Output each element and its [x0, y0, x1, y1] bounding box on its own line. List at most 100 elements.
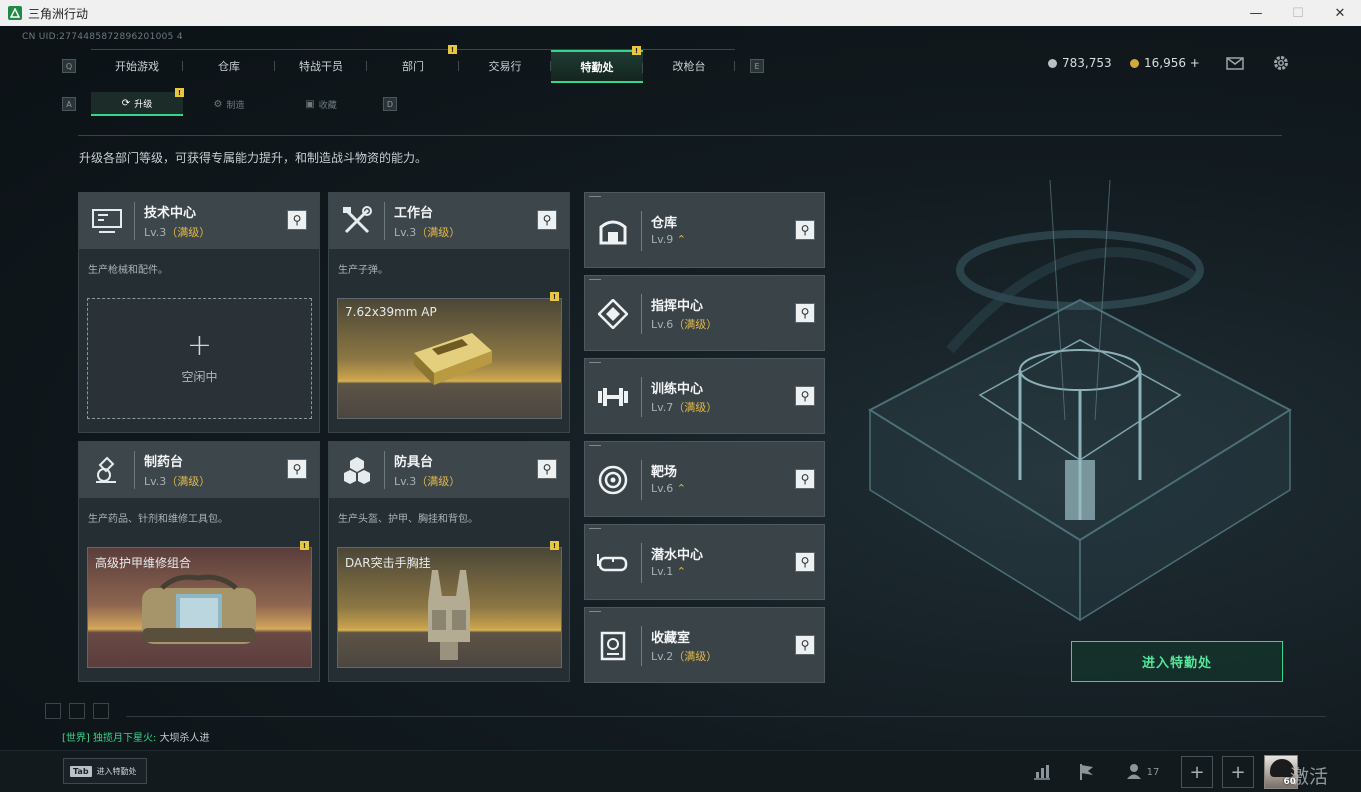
notification-badge: !	[448, 45, 457, 54]
facility-description: 生产子弹。	[338, 265, 388, 276]
production-slot-empty[interactable]: + 空闲中	[87, 298, 312, 419]
friends-button[interactable]: 17	[1122, 756, 1164, 788]
world-chat-line[interactable]: [世界] 独揽月下星火: 大坝杀人进	[62, 729, 210, 744]
department-row-training-center[interactable]: 训练中心 Lv.7（满级） ⚲	[584, 358, 825, 434]
search-icon[interactable]: ⚲	[287, 210, 307, 230]
enter-special-ops-button[interactable]: 进入特勤处	[1071, 641, 1283, 682]
department-level: Lv.9 ⌃	[651, 233, 686, 246]
minimize-button[interactable]: —	[1235, 0, 1277, 26]
facility-card-workbench[interactable]: 工作台 Lv.3（满级） ⚲ 生产子弹。 7.62x39mm AP !	[328, 192, 570, 433]
subtab-craft[interactable]: ⚙ 制造	[183, 92, 275, 116]
facility-card-pharmacy[interactable]: 制药台 Lv.3（满级） ⚲ 生产药品、针剂和维修工具包。 高级护甲维修组合 !	[78, 441, 320, 682]
tab-special-ops[interactable]: 特勤处!	[551, 46, 643, 83]
friends-count: 17	[1146, 766, 1160, 778]
friends-icon	[1126, 763, 1143, 782]
search-icon[interactable]: ⚲	[795, 469, 815, 489]
silver-amount: 783,753	[1062, 56, 1112, 70]
facility-description: 生产头盔、护甲、胸挂和背包。	[338, 514, 478, 525]
corner-square	[93, 703, 109, 719]
subtab-collection[interactable]: ▣ 收藏	[275, 92, 367, 116]
department-row-diving-center[interactable]: 潜水中心 Lv.1 ⌃ ⚲	[584, 524, 825, 600]
vault-icon	[594, 627, 632, 665]
tab-start-game[interactable]: 开始游戏	[91, 50, 183, 82]
search-icon[interactable]: ⚲	[287, 459, 307, 479]
facility-card-tech-center[interactable]: 技术中心 Lv.3（满级） ⚲ 生产枪械和配件。 + 空闲中	[78, 192, 320, 433]
divider	[78, 135, 1282, 136]
search-icon[interactable]: ⚲	[795, 552, 815, 572]
item-name: 高级护甲维修组合	[95, 556, 192, 570]
tab-warehouse[interactable]: 仓库	[183, 50, 275, 82]
app-logo-icon	[8, 6, 22, 20]
tab-hint-label: 进入特勤处	[96, 766, 137, 776]
department-level: Lv.2（满级）	[651, 650, 718, 663]
mail-icon[interactable]	[1225, 54, 1245, 72]
tab-gunsmith[interactable]: 改枪台	[643, 50, 735, 82]
production-slot-item[interactable]: 高级护甲维修组合 !	[87, 541, 312, 668]
tab-trading[interactable]: 交易行	[459, 50, 551, 82]
facility-name: 工作台	[394, 206, 434, 221]
monitor-icon	[79, 193, 134, 249]
user-uid: CN UID:2774485872896201005 4	[22, 32, 183, 42]
repair-kit-bag-image	[142, 574, 256, 644]
windows-activation-watermark: 激活 Windows	[1290, 766, 1361, 792]
close-button[interactable]: ✕	[1319, 0, 1361, 26]
search-icon[interactable]: ⚲	[537, 210, 557, 230]
add-team-button[interactable]: +	[1222, 756, 1254, 788]
department-level: Lv.7（满级）	[651, 401, 718, 414]
search-icon[interactable]: ⚲	[795, 303, 815, 323]
gold-currency[interactable]: 16,956 +	[1130, 56, 1200, 70]
nav-left-key[interactable]: Q	[62, 59, 76, 73]
corner-square	[69, 703, 85, 719]
tab-operators[interactable]: 特战干员	[275, 50, 367, 82]
tab-hint-button[interactable]: Tab 进入特勤处	[63, 758, 147, 784]
production-slot-item[interactable]: DAR突击手胸挂 !	[337, 541, 562, 668]
facility-level: Lv.3（满级）	[144, 475, 211, 488]
chest-rig-image	[428, 570, 470, 660]
goggles-icon	[594, 544, 632, 582]
chat-channel: [世界]	[62, 733, 90, 744]
search-icon[interactable]: ⚲	[795, 220, 815, 240]
facility-level: Lv.3（满级）	[394, 226, 461, 239]
department-row-warehouse[interactable]: 仓库 Lv.9 ⌃ ⚲	[584, 192, 825, 268]
corner-square	[45, 703, 61, 719]
microscope-icon	[79, 442, 134, 498]
department-level: Lv.1 ⌃	[651, 565, 686, 578]
department-row-shooting-range[interactable]: 靶场 Lv.6 ⌃ ⚲	[584, 441, 825, 517]
production-slot-item[interactable]: 7.62x39mm AP !	[337, 292, 562, 419]
subtab-upgrade[interactable]: ⟳ 升级 !	[91, 88, 184, 116]
upgrade-available-icon: ⌃	[676, 565, 686, 578]
notification-badge: !	[550, 292, 559, 301]
divider	[126, 716, 1326, 717]
page-description: 升级各部门等级，可获得专属能力提升，和制造战斗物资的能力。	[79, 151, 428, 165]
craft-icon: ⚙	[213, 98, 223, 110]
cubes-icon	[329, 442, 384, 498]
facility-description: 生产药品、针剂和维修工具包。	[88, 514, 228, 525]
subnav-right-key[interactable]: D	[383, 97, 397, 111]
department-row-command-center[interactable]: 指挥中心 Lv.6（满级） ⚲	[584, 275, 825, 351]
tab-departments[interactable]: 部门!	[367, 45, 459, 82]
facility-name: 技术中心	[144, 206, 197, 221]
tools-icon	[329, 193, 384, 249]
gold-coin-icon	[1130, 58, 1139, 68]
subnav-left-key[interactable]: A	[62, 97, 76, 111]
facility-card-armor-bench[interactable]: 防具台 Lv.3（满级） ⚲ 生产头盔、护甲、胸挂和背包。 DAR突击手胸挂 !	[328, 441, 570, 682]
add-friend-button[interactable]: +	[1181, 756, 1213, 788]
add-icon: +	[186, 328, 213, 363]
target-icon	[594, 461, 632, 499]
department-name: 仓库	[651, 216, 678, 231]
maximize-button[interactable]: ☐	[1277, 0, 1319, 26]
tab-key: Tab	[70, 765, 92, 777]
search-icon[interactable]: ⚲	[795, 635, 815, 655]
department-name: 指挥中心	[651, 299, 704, 314]
search-icon[interactable]: ⚲	[795, 386, 815, 406]
settings-gear-icon[interactable]	[1271, 54, 1291, 72]
department-name: 靶场	[651, 465, 678, 480]
base-hologram-image	[867, 179, 1293, 622]
upgrade-available-icon: ⌃	[676, 233, 686, 246]
flag-icon[interactable]	[1075, 756, 1099, 788]
search-icon[interactable]: ⚲	[537, 459, 557, 479]
chat-user[interactable]: 独揽月下星火:	[93, 733, 156, 744]
stats-chart-icon[interactable]	[1030, 756, 1054, 788]
nav-right-key[interactable]: E	[750, 59, 764, 73]
department-row-collection-room[interactable]: 收藏室 Lv.2（满级） ⚲	[584, 607, 825, 683]
